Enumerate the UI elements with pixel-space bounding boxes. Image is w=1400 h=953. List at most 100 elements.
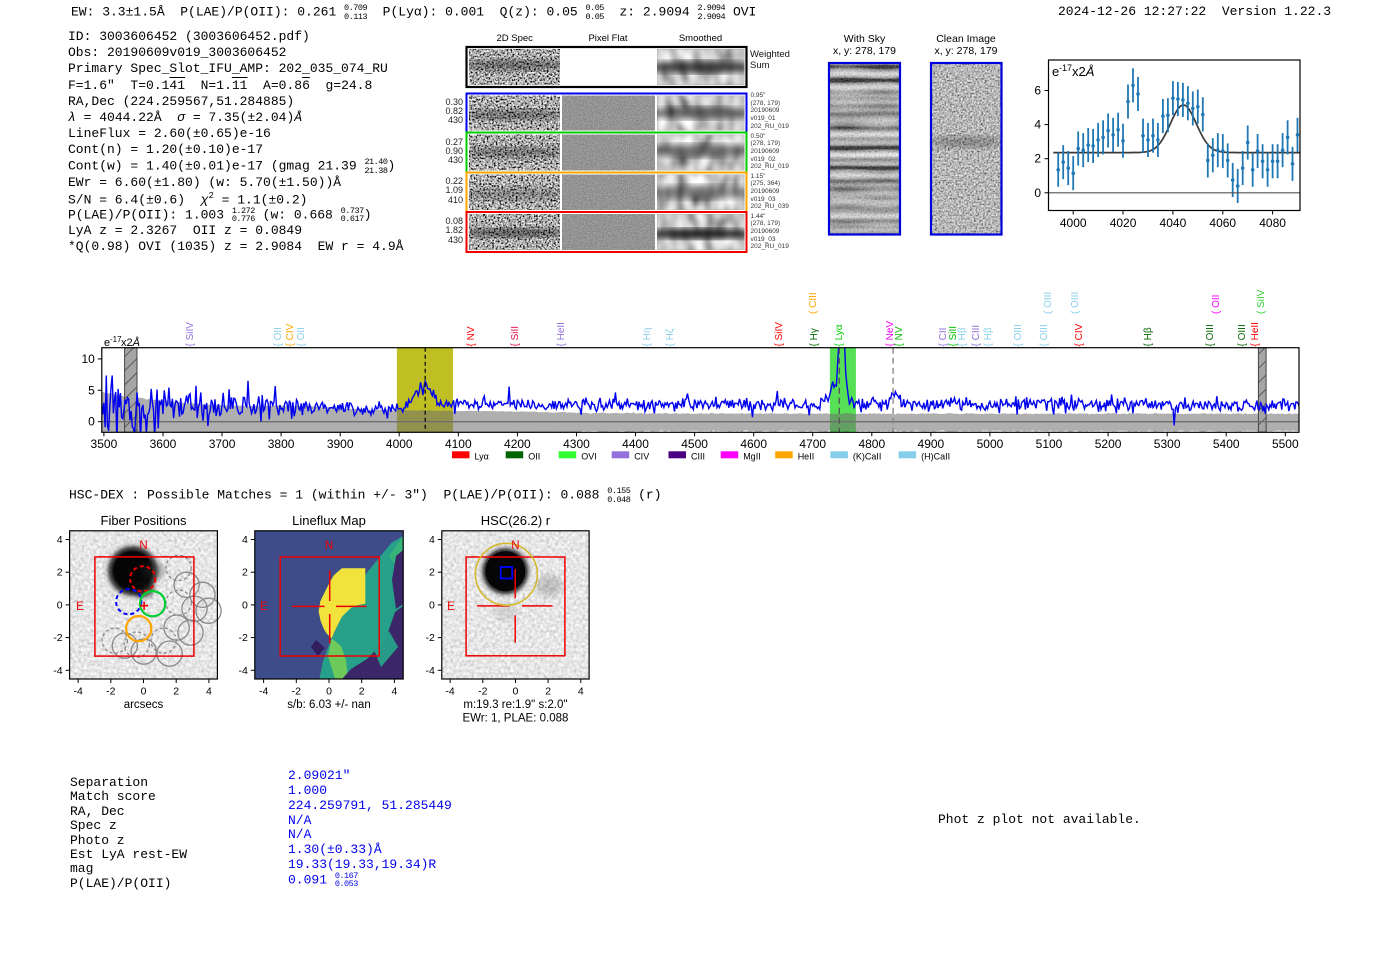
svg-text:4700: 4700 [799, 437, 826, 451]
svg-text:0: 0 [141, 686, 147, 698]
svg-text:-4: -4 [53, 665, 62, 677]
svg-text:-4: -4 [238, 665, 247, 677]
svg-text:E: E [260, 601, 268, 613]
svg-text:(H)CaII: (H)CaII [921, 452, 950, 462]
svg-text:5500: 5500 [1272, 437, 1299, 451]
svg-text:4900: 4900 [918, 437, 945, 451]
svg-text:{ SiIV: { SiIV [774, 322, 785, 347]
svg-text:4: 4 [242, 534, 248, 546]
svg-text:4300: 4300 [563, 437, 590, 451]
svg-text:3500: 3500 [91, 437, 118, 451]
svg-text:{ Hγ: { Hγ [809, 328, 820, 346]
svg-text:{ OIII: { OIII [1039, 324, 1050, 346]
svg-text:0: 0 [326, 686, 332, 698]
svg-text:N: N [325, 540, 333, 552]
svg-text:5000: 5000 [977, 437, 1004, 451]
svg-text:3800: 3800 [268, 437, 295, 451]
svg-text:{ Hβ: { Hβ [957, 327, 968, 346]
svg-text:{ OIII: { OIII [1205, 324, 1216, 346]
svg-text:(K)CaII: (K)CaII [853, 452, 882, 462]
svg-text:-2: -2 [478, 686, 487, 698]
svg-text:0: 0 [88, 415, 95, 429]
svg-text:5: 5 [88, 383, 95, 397]
svg-text:E: E [447, 601, 455, 613]
svg-text:4040: 4040 [1160, 216, 1187, 230]
svg-text:4400: 4400 [622, 437, 649, 451]
svg-text:-4: -4 [425, 665, 434, 677]
svg-text:-2: -2 [53, 632, 62, 644]
svg-text:OII: OII [528, 452, 540, 462]
svg-text:CIII: CIII [691, 452, 705, 462]
svg-text:2D Spec: 2D Spec [496, 33, 533, 44]
svg-text:5200: 5200 [1095, 437, 1122, 451]
svg-text:5300: 5300 [1154, 437, 1181, 451]
svg-text:Fiber Positions: Fiber Positions [101, 513, 187, 528]
svg-text:-4: -4 [259, 686, 268, 698]
svg-text:arcsecs: arcsecs [124, 699, 164, 711]
svg-text:{ NV: { NV [466, 326, 477, 346]
svg-text:2: 2 [429, 567, 435, 579]
svg-text:N: N [139, 540, 147, 552]
svg-text:Pixel Flat: Pixel Flat [588, 33, 627, 44]
svg-text:{ Hβ: { Hβ [1143, 327, 1154, 346]
svg-text:4060: 4060 [1209, 216, 1236, 230]
svg-text:Lyα: Lyα [475, 452, 489, 462]
svg-text:CIV: CIV [634, 452, 649, 462]
svg-text:5100: 5100 [1036, 437, 1063, 451]
svg-text:x2Å: x2Å [1072, 64, 1094, 79]
svg-text:-4: -4 [445, 686, 454, 698]
svg-text:2: 2 [242, 567, 248, 579]
svg-text:0: 0 [1034, 186, 1041, 200]
svg-text:{ Lyα: { Lyα [834, 324, 845, 346]
svg-text:{ CIV: { CIV [285, 323, 296, 346]
svg-text:5400: 5400 [1213, 437, 1240, 451]
svg-text:4800: 4800 [858, 437, 885, 451]
svg-text:HeII: HeII [798, 452, 815, 462]
svg-text:{ SiII: { SiII [510, 326, 521, 347]
svg-text:x, y: 278, 179: x, y: 278, 179 [934, 45, 997, 57]
svg-text:( OIII: ( OIII [1043, 292, 1054, 314]
svg-text:( SiIV: ( SiIV [1256, 289, 1267, 314]
svg-text:With Sky: With Sky [844, 33, 886, 45]
svg-text:4100: 4100 [445, 437, 472, 451]
svg-text:4500: 4500 [681, 437, 708, 451]
svg-text:Lineflux Map: Lineflux Map [292, 513, 366, 528]
svg-text:4: 4 [206, 686, 212, 698]
svg-text:4: 4 [429, 534, 435, 546]
svg-text:( OIII: ( OIII [1070, 292, 1081, 314]
svg-text:-4: -4 [73, 686, 82, 698]
svg-text:{ OII: { OII [296, 327, 307, 346]
svg-text:4080: 4080 [1259, 216, 1286, 230]
svg-text:3600: 3600 [150, 437, 177, 451]
svg-text:-17: -17 [1059, 63, 1072, 73]
svg-text:x, y: 278, 179: x, y: 278, 179 [833, 45, 896, 57]
svg-text:( OII: ( OII [1211, 295, 1222, 314]
svg-text:EWr: 1, PLAE: 0.088: EWr: 1, PLAE: 0.088 [462, 713, 568, 725]
svg-text:4000: 4000 [1060, 216, 1087, 230]
svg-text:HSC(26.2) r: HSC(26.2) r [481, 513, 551, 528]
svg-text:4200: 4200 [504, 437, 531, 451]
svg-text:4: 4 [391, 686, 397, 698]
svg-text:2: 2 [545, 686, 551, 698]
svg-text:2: 2 [1034, 152, 1041, 166]
svg-text:OVI: OVI [581, 452, 597, 462]
svg-text:{ HeII: { HeII [556, 322, 567, 346]
svg-text:{ SiIV: { SiIV [185, 322, 196, 347]
svg-text:-2: -2 [106, 686, 115, 698]
svg-text:4000: 4000 [386, 437, 413, 451]
svg-text:6: 6 [1034, 84, 1041, 98]
svg-text:E: E [76, 601, 84, 613]
svg-text:Clean Image: Clean Image [936, 33, 996, 45]
svg-text:{ CIV: { CIV [1074, 323, 1085, 346]
svg-text:{ HeII: { HeII [1250, 322, 1261, 346]
svg-text:-2: -2 [292, 686, 301, 698]
svg-text:0: 0 [57, 599, 63, 611]
svg-text:3900: 3900 [327, 437, 354, 451]
svg-text:2: 2 [173, 686, 179, 698]
svg-text:x2Å: x2Å [121, 336, 140, 349]
svg-text:{ NV: { NV [894, 326, 905, 346]
svg-text:{ OIII: { OIII [1237, 324, 1248, 346]
svg-text:2: 2 [57, 567, 63, 579]
svg-text:0: 0 [429, 599, 435, 611]
svg-text:( CIII: ( CIII [808, 292, 819, 314]
